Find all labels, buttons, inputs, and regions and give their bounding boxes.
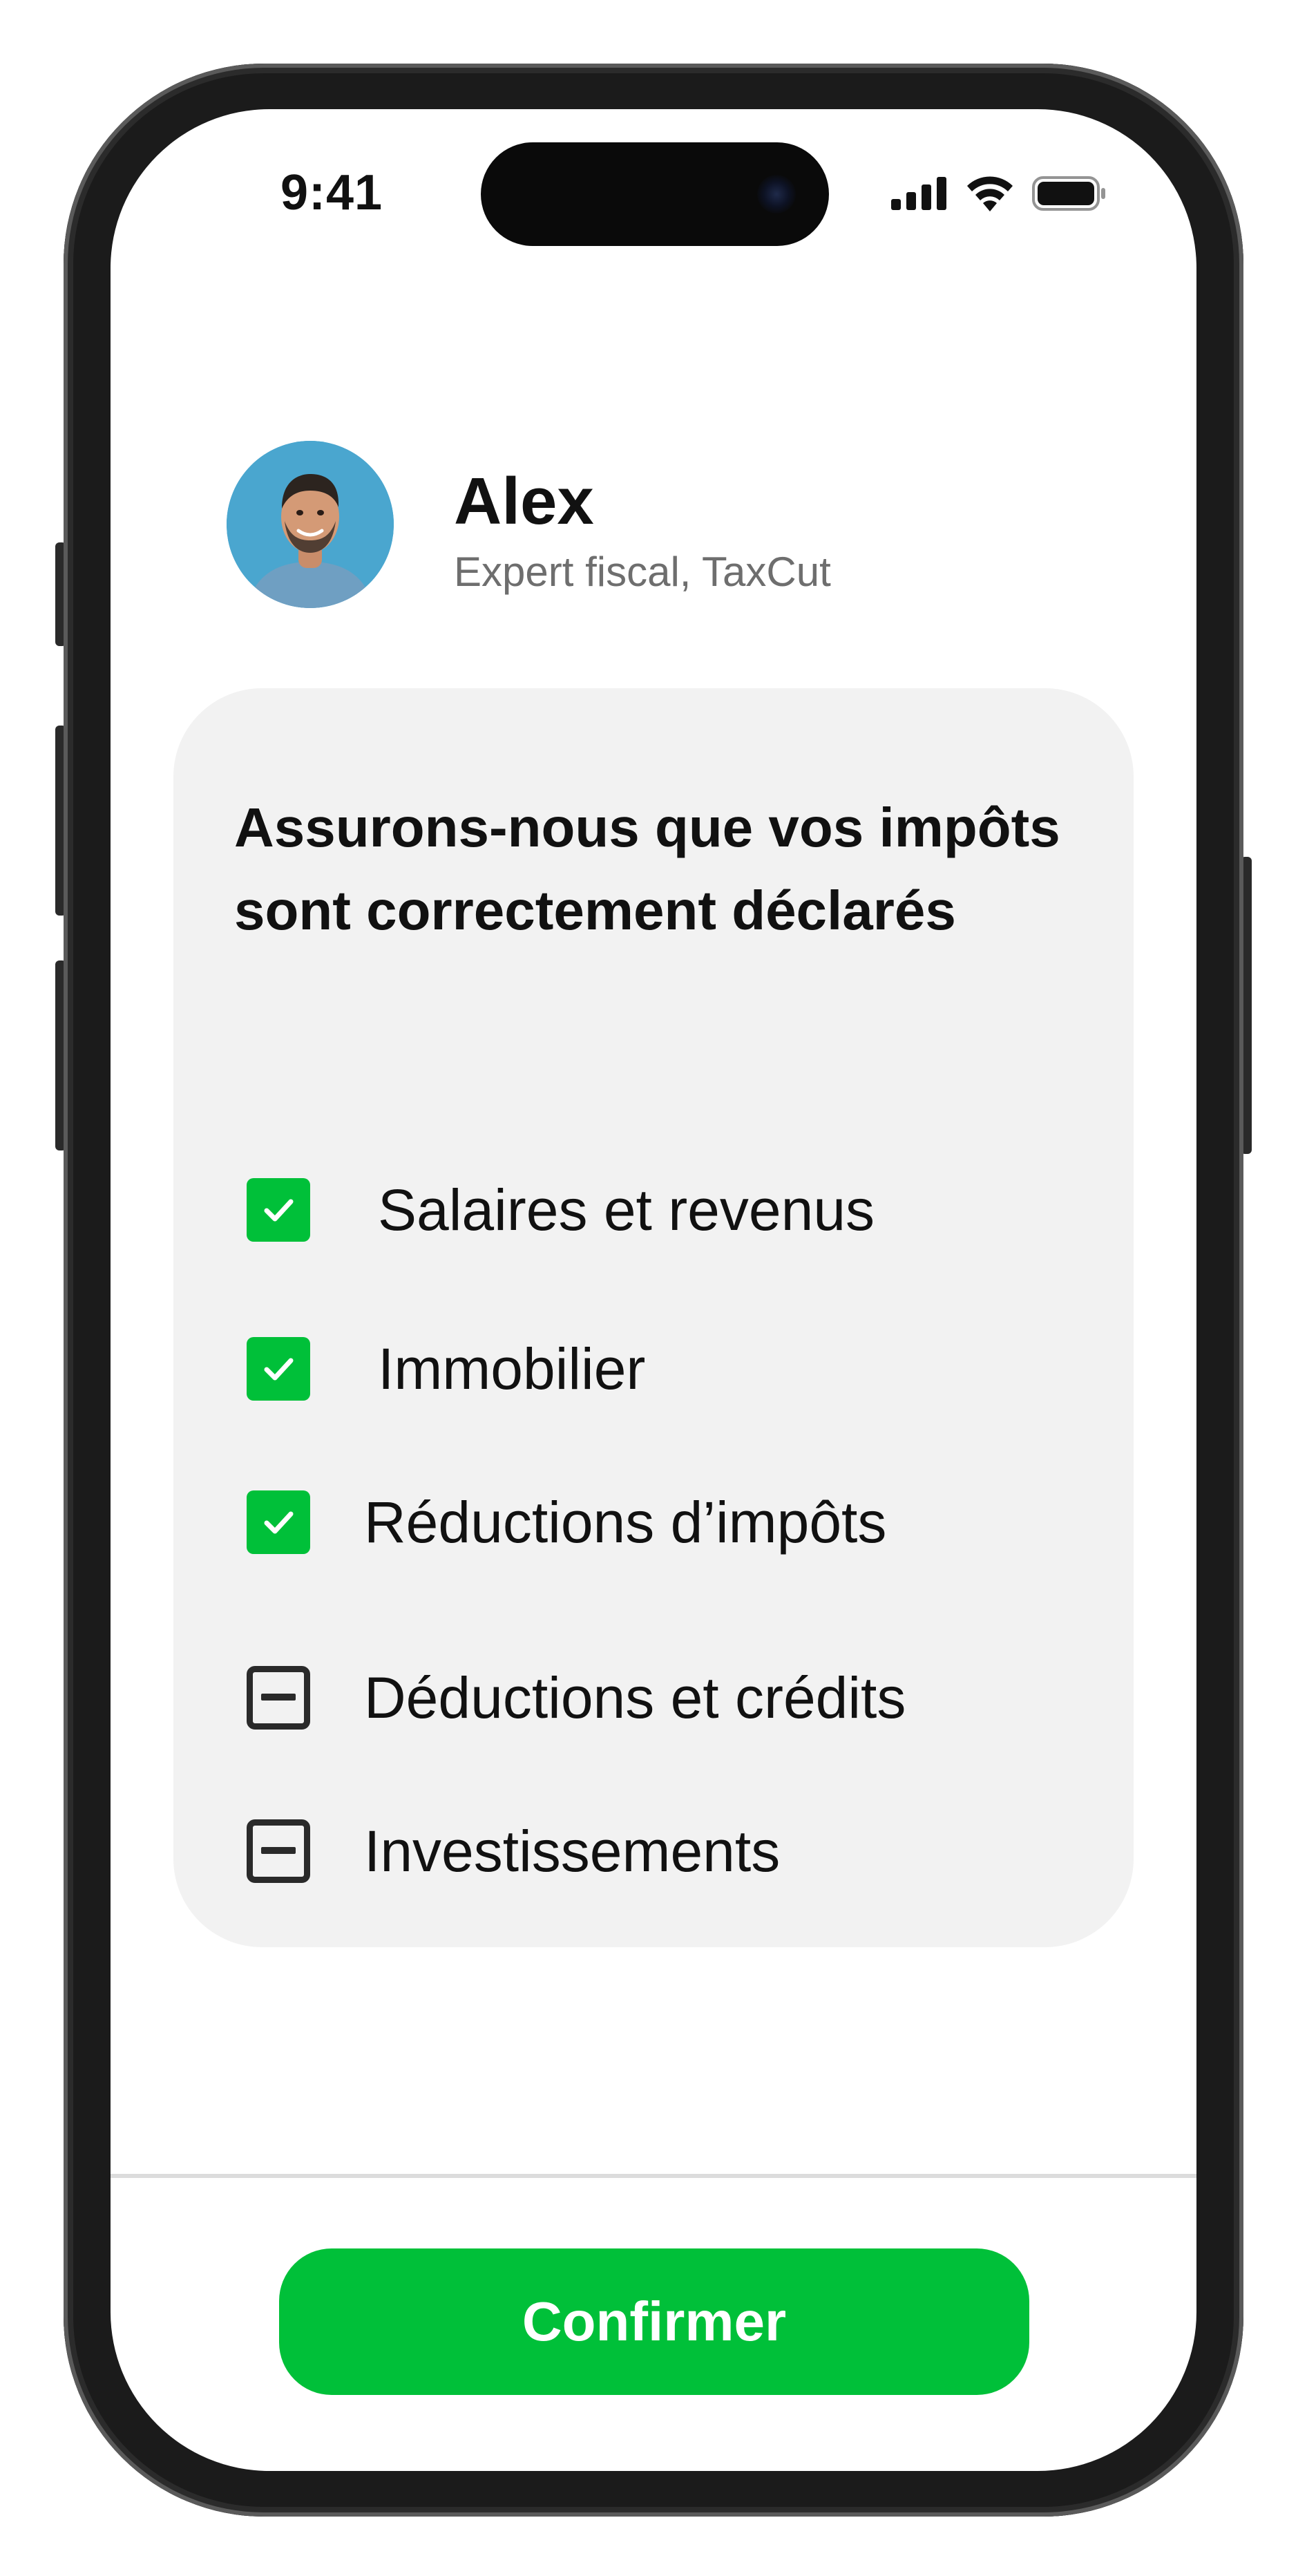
checkmark-icon [264,1199,294,1222]
checkmark-icon [264,1358,294,1381]
minus-icon [261,1694,296,1701]
checklist-item-label: Déductions et crédits [364,1665,906,1730]
advisor-name: Alex [454,464,594,538]
phone-screen: 9:41 Alex Expert fiscal, TaxCut Assurons… [111,109,1196,2471]
wifi-icon [967,176,1013,211]
advisor-role: Expert fiscal, TaxCut [454,549,831,595]
checklist-item-reductions[interactable]: Réductions d’impôts [247,1484,886,1560]
signal-icon [891,177,946,210]
checkbox-indeterminate[interactable] [247,1666,310,1730]
front-camera-icon [757,175,796,214]
checkbox-checked[interactable] [247,1178,310,1242]
checklist-item-label: Immobilier [378,1336,646,1401]
checklist-item-deductions[interactable]: Déductions et crédits [247,1660,906,1736]
checklist-item-label: Investissements [364,1819,781,1884]
stage: 9:41 Alex Expert fiscal, TaxCut Assurons… [0,0,1307,2576]
checklist-item-immobilier[interactable]: Immobilier [247,1331,645,1407]
card-title: Assurons-nous que vos impôts sont correc… [234,797,1060,941]
checkmark-icon [264,1511,294,1534]
confirm-button[interactable]: Confirmer [279,2248,1029,2395]
checkbox-indeterminate[interactable] [247,1819,310,1883]
person-photo-icon [227,441,394,608]
checklist-card: Assurons-nous que vos impôts sont correc… [173,688,1134,1947]
checkbox-checked[interactable] [247,1490,310,1554]
minus-icon [261,1847,296,1854]
status-icons [891,173,1107,214]
checklist-item-label: Salaires et revenus [378,1177,875,1242]
status-time: 9:41 [280,165,383,220]
checklist-item-salaires[interactable]: Salaires et revenus [247,1172,875,1248]
dynamic-island [481,142,829,246]
checkbox-checked[interactable] [247,1337,310,1401]
bottom-divider [111,2174,1196,2178]
checklist-item-label: Réductions d’impôts [364,1490,887,1555]
battery-icon [1032,176,1105,211]
checklist-item-investissements[interactable]: Investissements [247,1813,780,1889]
avatar [227,441,394,608]
